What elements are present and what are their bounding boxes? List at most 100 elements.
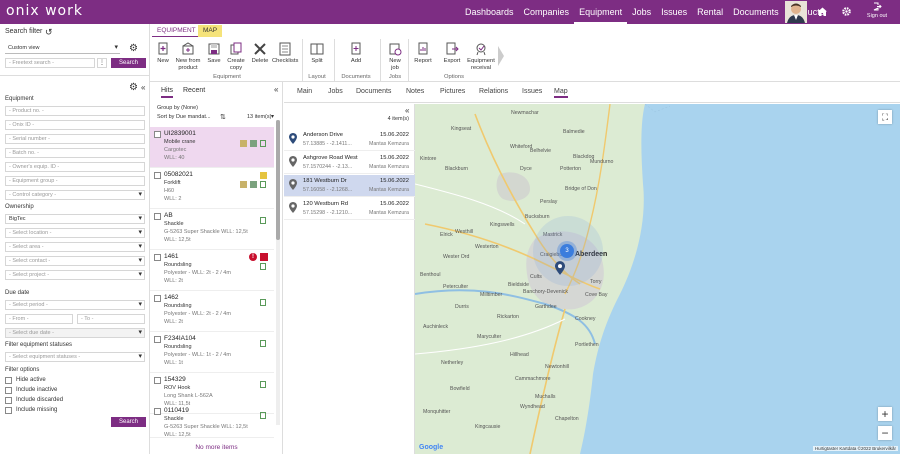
item-checkbox[interactable]: [154, 336, 161, 343]
tab-jobs[interactable]: Jobs: [328, 88, 343, 95]
list-item[interactable]: 0110419 Shackle G-5263 Super Shackle WLL…: [150, 404, 274, 438]
add-document-button[interactable]: Add: [346, 42, 366, 65]
owner-equip-id-input[interactable]: - Owner's equip. ID -: [5, 162, 145, 172]
control-category-select[interactable]: - Control category -: [5, 190, 145, 200]
nav-companies[interactable]: Companies: [519, 0, 575, 24]
job-item[interactable]: Ashgrove Road West 15.06.2022 57.1570244…: [284, 152, 415, 174]
list-item[interactable]: AB Shackle G-5263 Super Shackle WLL: 12,…: [150, 209, 274, 250]
list-item[interactable]: 05082021 Forklift H60 WLL: 2: [150, 168, 274, 209]
batch-no-input[interactable]: - Batch no. -: [5, 148, 145, 158]
nav-dashboards[interactable]: Dashboards: [460, 0, 519, 24]
report-button[interactable]: Report: [412, 42, 434, 65]
view-settings-gear-icon[interactable]: ⚙: [129, 43, 138, 54]
freetext-search-input[interactable]: - Freetext search -: [5, 58, 95, 68]
tab-relations[interactable]: Relations: [479, 88, 508, 95]
from-input[interactable]: - From -: [5, 314, 73, 324]
include-discarded-checkbox[interactable]: [5, 397, 12, 404]
create-copy-button[interactable]: Create copy: [225, 42, 247, 71]
more-options-icon[interactable]: ⋮: [97, 58, 107, 68]
item-checkbox[interactable]: [154, 172, 161, 179]
job-item[interactable]: 120 Westburn Rd 15.06.2022 57.15298 - -2…: [284, 198, 415, 220]
statuses-select[interactable]: - Select equipment statuses -: [5, 352, 145, 362]
split-button[interactable]: Split: [306, 42, 328, 65]
nav-issues[interactable]: Issues: [656, 0, 692, 24]
selected-location-pin-icon[interactable]: [555, 261, 565, 275]
contact-select[interactable]: - Select contact -: [5, 256, 145, 266]
reset-icon[interactable]: ↺: [45, 27, 53, 38]
tab-map-detail[interactable]: Map: [554, 88, 568, 98]
map-attribution[interactable]: Hurtigtaster Kartdata ©2022 Brukervilkår: [812, 446, 898, 451]
app-logo[interactable]: onix work: [6, 3, 83, 19]
home-icon[interactable]: [817, 6, 828, 17]
tab-hits[interactable]: Hits: [161, 87, 174, 98]
to-input[interactable]: - To -: [77, 314, 145, 324]
view-select[interactable]: Custom view: [5, 44, 120, 54]
include-missing-checkbox[interactable]: [5, 407, 12, 414]
sign-out-button[interactable]: Sign out: [859, 2, 895, 19]
tab-documents[interactable]: Documents: [356, 88, 391, 95]
search-button-bottom[interactable]: Search: [111, 417, 146, 427]
equipment-group-input[interactable]: - Equipment group -: [5, 176, 145, 186]
list-item[interactable]: F234IA104 Roundsling Polyester - WLL: 1t…: [150, 332, 274, 373]
fullscreen-button[interactable]: ⛶: [878, 110, 892, 124]
nav-documents[interactable]: Documents: [728, 0, 784, 24]
group-by-select[interactable]: Group by (None): [157, 105, 198, 111]
search-button-top[interactable]: Search: [111, 58, 146, 68]
ribbon-chevron-icon[interactable]: [498, 46, 504, 66]
item-checkbox[interactable]: [154, 377, 161, 384]
sort-direction-icon[interactable]: ⇅: [220, 113, 226, 121]
tab-equipment[interactable]: EQUIPMENT: [152, 25, 201, 37]
scrollbar-thumb[interactable]: [276, 120, 280, 240]
job-item[interactable]: 181 Westburn Dr 15.06.2022 57.16058 - -2…: [284, 175, 415, 197]
marker-cluster[interactable]: 3: [560, 244, 574, 258]
tab-map[interactable]: MAP: [198, 25, 223, 37]
new-from-product-button[interactable]: New from product: [174, 42, 202, 71]
nav-rental[interactable]: Rental: [692, 0, 728, 24]
avatar[interactable]: [785, 1, 807, 23]
tab-recent[interactable]: Recent: [183, 87, 205, 94]
location-select[interactable]: - Select location -: [5, 228, 145, 238]
new-job-button[interactable]: New job: [386, 42, 404, 71]
serial-number-input[interactable]: - Serial number -: [5, 134, 145, 144]
area-select[interactable]: - Select area -: [5, 242, 145, 252]
product-no-input[interactable]: - Product no. -: [5, 106, 145, 116]
list-scrollbar[interactable]: [276, 120, 280, 425]
delete-button[interactable]: Delete: [250, 42, 270, 65]
new-button[interactable]: New: [154, 42, 172, 65]
count-chevron-icon[interactable]: ▾: [271, 113, 274, 120]
nav-jobs[interactable]: Jobs: [627, 0, 656, 24]
list-item[interactable]: UI2839001 Mobile crane Cargotec WLL: 40: [150, 127, 274, 168]
include-inactive-checkbox[interactable]: [5, 387, 12, 394]
tab-issues[interactable]: Issues: [522, 88, 542, 95]
collapse-panel-icon[interactable]: «: [141, 83, 145, 92]
tab-main[interactable]: Main: [297, 88, 312, 95]
gear-icon[interactable]: [841, 6, 852, 17]
export-button[interactable]: Export: [442, 42, 462, 65]
save-button[interactable]: Save: [205, 42, 223, 65]
item-checkbox[interactable]: [154, 408, 161, 415]
zoom-in-button[interactable]: +: [878, 407, 892, 421]
onix-id-input[interactable]: - Onix ID -: [5, 120, 145, 130]
sort-by-select[interactable]: Sort by Due mandat...: [157, 114, 211, 120]
map-view[interactable]: Newmachar Kingseat Balmedie Whiteford Bl…: [415, 104, 900, 454]
item-checkbox[interactable]: [154, 254, 161, 261]
item-checkbox[interactable]: [154, 213, 161, 220]
period-select[interactable]: - Select period -: [5, 300, 145, 310]
due-date-select[interactable]: - Select due date -: [5, 328, 145, 338]
project-select[interactable]: - Select project -: [5, 270, 145, 280]
hide-active-checkbox[interactable]: [5, 377, 12, 384]
equipment-receival-button[interactable]: Equipment receival: [466, 42, 496, 71]
nav-equipment[interactable]: Equipment: [574, 0, 628, 24]
item-checkbox[interactable]: [154, 131, 161, 138]
tab-notes[interactable]: Notes: [406, 88, 424, 95]
checklists-button[interactable]: Checklists: [272, 42, 298, 65]
item-checkbox[interactable]: [154, 295, 161, 302]
list-item[interactable]: 1461 Roundsling Polyester - WLL: 2t - 2 …: [150, 250, 274, 291]
zoom-out-button[interactable]: −: [878, 426, 892, 440]
ownership-select[interactable]: BigTec: [5, 214, 145, 224]
job-item[interactable]: Anderson Drive 15.06.2022 57.13885 - -2.…: [284, 129, 415, 151]
tab-pictures[interactable]: Pictures: [440, 88, 465, 95]
list-item[interactable]: 1462 Roundsling Polyester - WLL: 2t - 2 …: [150, 291, 274, 332]
filter-gear-icon[interactable]: ⚙: [129, 82, 138, 93]
collapse-jobs-icon[interactable]: «: [405, 106, 409, 115]
